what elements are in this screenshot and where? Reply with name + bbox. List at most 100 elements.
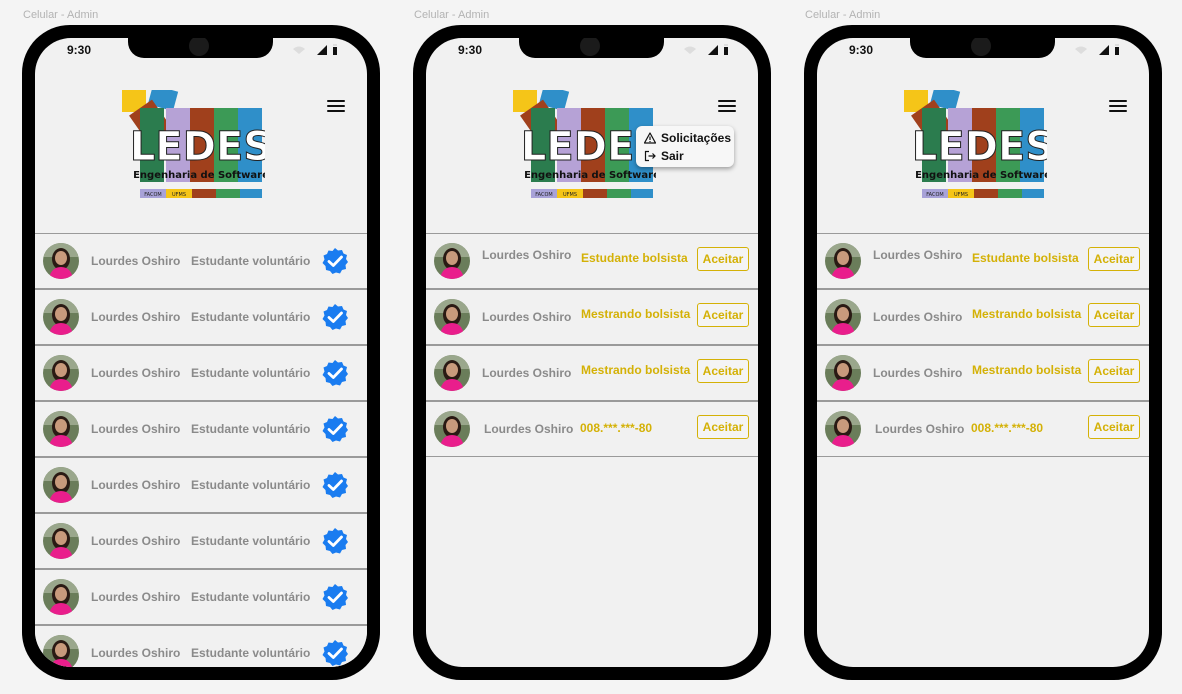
screen-requests-menu-open: 9:30 LEDES Engenharia de Software FACOM … <box>426 38 758 667</box>
list-item: Lourdes Oshiro Estudante voluntário <box>35 457 367 513</box>
user-role: Estudante voluntário <box>191 310 311 324</box>
phone-frame-3: 9:30 LEDES Engenharia de Software FACOM … <box>804 25 1162 680</box>
status-time: 9:30 <box>67 43 92 57</box>
hamburger-menu-icon[interactable] <box>327 100 345 116</box>
status-icons <box>293 44 337 55</box>
status-icons <box>1075 44 1119 55</box>
accept-button[interactable]: Aceitar <box>697 415 749 439</box>
ledes-logo-graphic: LEDES Engenharia de Software FACOM UFMS <box>904 90 1047 198</box>
list-item: Lourdes Oshiro Estudante voluntário <box>35 233 367 289</box>
avatar-photo <box>434 243 470 279</box>
ledes-logo: LEDES Engenharia de Software FACOM UFMS <box>511 90 656 202</box>
svg-text:UFMS: UFMS <box>954 192 968 198</box>
list-item: Lourdes Oshiro Mestrando bolsista Aceitar <box>426 289 758 345</box>
ledes-logo: LEDES Engenharia de Software FACOM UFMS <box>902 90 1047 202</box>
user-name: Lourdes Oshiro <box>91 478 181 492</box>
camera-icon <box>189 38 209 56</box>
menu-item-solicitacoes[interactable]: Solicitações <box>644 130 731 146</box>
avatar-photo <box>43 243 79 279</box>
list-item: Lourdes Oshiro Estudante voluntário <box>35 401 367 457</box>
phone-frame-1: 9:30 LEDES Engenharia de Software FACOM … <box>22 25 380 680</box>
accept-button[interactable]: Aceitar <box>697 247 749 271</box>
user-role: 008.***.***-80 <box>971 421 1044 435</box>
user-name: Lourdes Oshiro <box>482 248 572 262</box>
logout-icon <box>644 150 656 162</box>
frame-label: Celular - Admin <box>23 9 99 21</box>
accept-button[interactable]: Aceitar <box>1088 247 1140 271</box>
avatar-photo <box>43 467 79 503</box>
volunteer-list: Lourdes Oshiro Estudante voluntário Lourd… <box>35 233 367 667</box>
svg-text:FACOM: FACOM <box>535 192 553 198</box>
verified-badge <box>321 583 349 611</box>
avatar <box>825 411 861 447</box>
avatar <box>43 411 79 447</box>
status-time: 9:30 <box>458 43 483 57</box>
list-item: Lourdes Oshiro 008.***.***-80 Aceitar <box>426 401 758 457</box>
svg-text:FACOM: FACOM <box>144 192 162 198</box>
avatar-photo <box>43 355 79 391</box>
avatar-photo <box>825 299 861 335</box>
hamburger-menu-icon[interactable] <box>1109 100 1127 116</box>
ledes-logo: LEDES Engenharia de Software FACOM UFMS <box>120 90 265 202</box>
warning-icon <box>644 132 656 144</box>
camera-icon <box>971 38 991 56</box>
avatar <box>825 243 861 279</box>
avatar-photo <box>43 635 79 667</box>
notch <box>128 38 273 58</box>
list-item: Lourdes Oshiro Estudante voluntário <box>35 569 367 625</box>
menu-item-sair[interactable]: Sair <box>644 148 684 164</box>
user-role: Mestrando bolsista <box>581 307 691 321</box>
avatar <box>43 355 79 391</box>
svg-text:LEDES: LEDES <box>130 124 265 170</box>
user-role: Estudante voluntário <box>191 254 311 268</box>
accept-button[interactable]: Aceitar <box>697 359 749 383</box>
menu-item-label: Solicitações <box>661 131 732 145</box>
status-icons <box>684 44 728 55</box>
user-role: Estudante voluntário <box>191 590 311 604</box>
user-role: Estudante bolsista <box>581 251 688 265</box>
menu-item-label: Sair <box>661 149 684 163</box>
accept-button[interactable]: Aceitar <box>1088 415 1140 439</box>
accept-button[interactable]: Aceitar <box>697 303 749 327</box>
user-role: Mestrando bolsista <box>972 363 1082 377</box>
user-role: Mestrando bolsista <box>581 363 691 377</box>
svg-text:Engenharia de Software: Engenharia de Software <box>524 170 656 181</box>
user-name: Lourdes Oshiro <box>873 248 963 262</box>
user-name: Lourdes Oshiro <box>91 534 181 548</box>
avatar <box>434 243 470 279</box>
ledes-logo-graphic: LEDES Engenharia de Software FACOM UFMS <box>513 90 656 198</box>
list-item: Lourdes Oshiro Mestrando bolsista Aceitar <box>817 345 1149 401</box>
verified-badge <box>321 527 349 555</box>
user-name: Lourdes Oshiro <box>91 646 181 660</box>
avatar-photo <box>434 299 470 335</box>
notch <box>519 38 664 58</box>
user-name: Lourdes Oshiro <box>873 310 963 324</box>
accept-button[interactable]: Aceitar <box>1088 359 1140 383</box>
avatar-photo <box>434 355 470 391</box>
accept-button[interactable]: Aceitar <box>1088 303 1140 327</box>
user-name: Lourdes Oshiro <box>91 366 181 380</box>
verified-badge <box>321 247 349 275</box>
verified-badge <box>321 359 349 387</box>
user-name: Lourdes Oshiro <box>875 422 965 436</box>
avatar <box>825 355 861 391</box>
user-name: Lourdes Oshiro <box>91 422 181 436</box>
avatar-photo <box>825 411 861 447</box>
verified-badge <box>321 639 349 667</box>
list-item: Lourdes Oshiro Mestrando bolsista Aceitar <box>817 289 1149 345</box>
avatar <box>434 355 470 391</box>
hamburger-menu-icon[interactable] <box>718 100 736 116</box>
request-list: Lourdes Oshiro Estudante bolsista Aceitar … <box>817 233 1149 457</box>
user-role: Estudante voluntário <box>191 422 311 436</box>
list-item: Lourdes Oshiro Estudante voluntário <box>35 289 367 345</box>
avatar <box>43 299 79 335</box>
svg-text:UFMS: UFMS <box>172 192 186 198</box>
avatar <box>434 299 470 335</box>
verified-badge-icon <box>322 472 348 498</box>
frame-label: Celular - Admin <box>414 9 490 21</box>
user-role: Estudante voluntário <box>191 534 311 548</box>
user-role: 008.***.***-80 <box>580 421 653 435</box>
menu-dropdown: Solicitações Sair <box>636 126 734 167</box>
verified-badge-icon <box>322 248 348 274</box>
verified-badge-icon <box>322 584 348 610</box>
